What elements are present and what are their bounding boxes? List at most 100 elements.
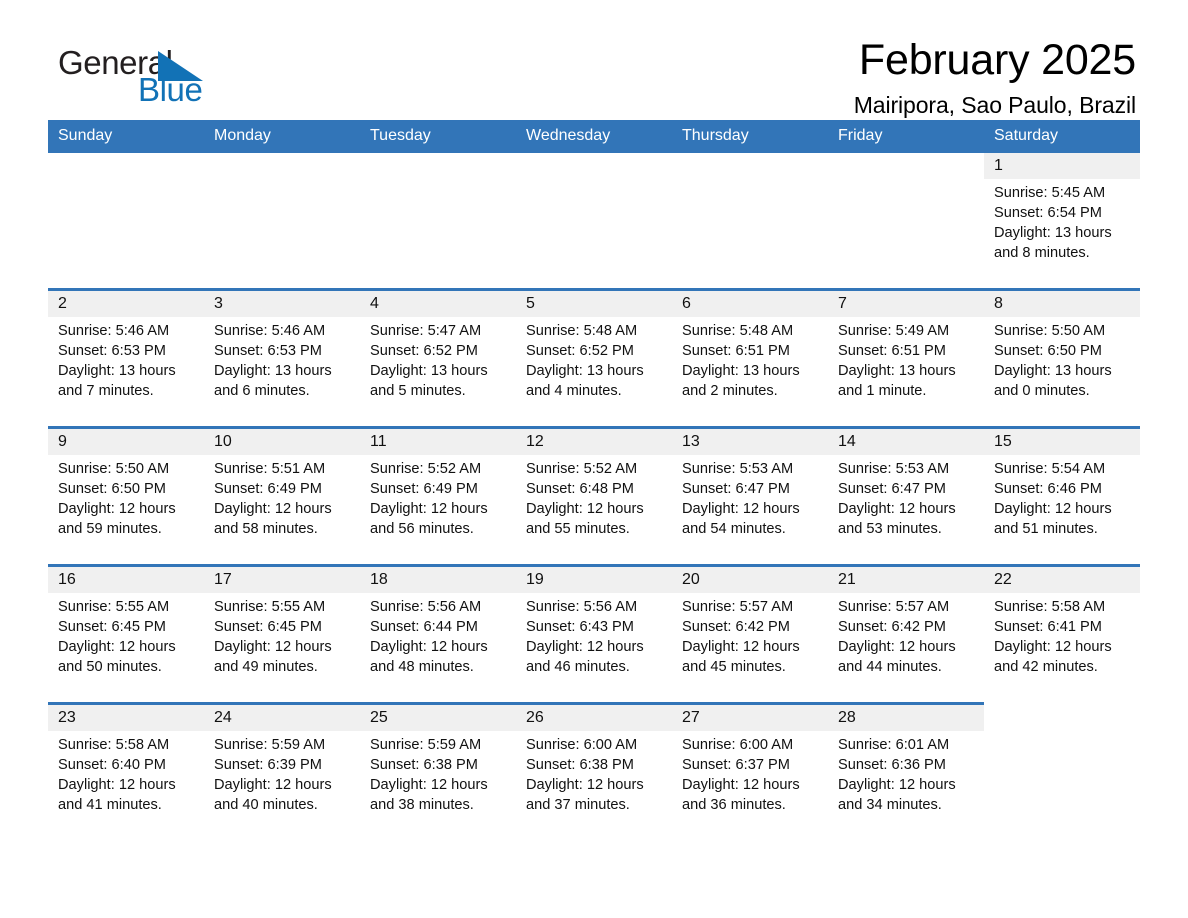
weekday-header-tuesday: Tuesday	[360, 120, 516, 153]
day-number: 14	[828, 429, 984, 455]
calendar-week-row: 1 Sunrise: 5:45 AM Sunset: 6:54 PM Daylight…	[48, 153, 1140, 290]
calendar-day-cell[interactable]: 19 Sunrise: 5:56 AM Sunset: 6:43 PM Dayligh…	[516, 564, 672, 704]
calendar-day-cell[interactable]: 10 Sunrise: 5:51 AM Sunset: 6:49 PM Dayligh…	[204, 426, 360, 566]
sunrise-text: Sunrise: 5:51 AM	[214, 461, 326, 477]
sunrise-text: Sunrise: 5:53 AM	[838, 461, 950, 477]
calendar-day-cell[interactable]: 22 Sunrise: 5:58 AM Sunset: 6:41 PM Dayligh…	[984, 564, 1140, 704]
day-number: 5	[516, 291, 672, 317]
calendar-day-cell[interactable]: 5 Sunrise: 5:48 AM Sunset: 6:52 PM Daylight…	[516, 288, 672, 428]
sunset-text: Sunset: 6:43 PM	[526, 619, 634, 635]
calendar-day-cell[interactable]: 13 Sunrise: 5:53 AM Sunset: 6:47 PM Dayligh…	[672, 426, 828, 566]
sunrise-text: Sunrise: 5:46 AM	[214, 323, 326, 339]
sunrise-text: Sunrise: 5:57 AM	[682, 599, 794, 615]
day-number: 9	[48, 429, 204, 455]
sunrise-text: Sunrise: 6:00 AM	[526, 737, 638, 753]
day-details: Sunrise: 5:57 AM Sunset: 6:42 PM Daylight:…	[672, 593, 828, 677]
sunset-text: Sunset: 6:47 PM	[682, 481, 790, 497]
day-details: Sunrise: 5:46 AM Sunset: 6:53 PM Daylight:…	[48, 317, 204, 401]
day-details: Sunrise: 5:48 AM Sunset: 6:52 PM Daylight:…	[516, 317, 672, 401]
calendar-day-cell[interactable]: 15 Sunrise: 5:54 AM Sunset: 6:46 PM Dayligh…	[984, 426, 1140, 566]
day-number: 2	[48, 291, 204, 317]
weekday-header-wednesday: Wednesday	[516, 120, 672, 153]
sunrise-text: Sunrise: 5:56 AM	[370, 599, 482, 615]
day-number: 16	[48, 567, 204, 593]
calendar-week-row: 16 Sunrise: 5:55 AM Sunset: 6:45 PM Dayligh…	[48, 564, 1140, 704]
day-number: 4	[360, 291, 516, 317]
sunrise-text: Sunrise: 5:57 AM	[838, 599, 950, 615]
daylight-text: Daylight: 12 hours and 41 minutes.	[58, 777, 176, 813]
sunset-text: Sunset: 6:52 PM	[526, 343, 634, 359]
day-details: Sunrise: 5:51 AM Sunset: 6:49 PM Daylight:…	[204, 455, 360, 539]
sunrise-text: Sunrise: 5:49 AM	[838, 323, 950, 339]
calendar-day-cell-empty	[204, 153, 360, 290]
calendar-day-cell[interactable]: 24 Sunrise: 5:59 AM Sunset: 6:39 PM Dayligh…	[204, 702, 360, 840]
sunset-text: Sunset: 6:44 PM	[370, 619, 478, 635]
calendar-day-cell[interactable]: 6 Sunrise: 5:48 AM Sunset: 6:51 PM Daylight…	[672, 288, 828, 428]
day-details: Sunrise: 5:50 AM Sunset: 6:50 PM Daylight:…	[984, 317, 1140, 401]
day-details: Sunrise: 5:54 AM Sunset: 6:46 PM Daylight:…	[984, 455, 1140, 539]
calendar-day-cell[interactable]: 8 Sunrise: 5:50 AM Sunset: 6:50 PM Daylight…	[984, 288, 1140, 428]
daylight-text: Daylight: 12 hours and 55 minutes.	[526, 501, 644, 537]
day-details: Sunrise: 5:55 AM Sunset: 6:45 PM Daylight:…	[204, 593, 360, 677]
day-details: Sunrise: 5:49 AM Sunset: 6:51 PM Daylight:…	[828, 317, 984, 401]
daylight-text: Daylight: 12 hours and 36 minutes.	[682, 777, 800, 813]
calendar-day-cell[interactable]: 21 Sunrise: 5:57 AM Sunset: 6:42 PM Dayligh…	[828, 564, 984, 704]
calendar-body: 1 Sunrise: 5:45 AM Sunset: 6:54 PM Daylight…	[48, 153, 1140, 840]
daylight-text: Daylight: 13 hours and 5 minutes.	[370, 363, 488, 399]
calendar-day-cell-empty	[516, 153, 672, 290]
calendar-day-cell[interactable]: 14 Sunrise: 5:53 AM Sunset: 6:47 PM Dayligh…	[828, 426, 984, 566]
daylight-text: Daylight: 12 hours and 56 minutes.	[370, 501, 488, 537]
day-details: Sunrise: 5:52 AM Sunset: 6:49 PM Daylight:…	[360, 455, 516, 539]
day-number: 12	[516, 429, 672, 455]
sunset-text: Sunset: 6:49 PM	[370, 481, 478, 497]
calendar-day-cell[interactable]: 23 Sunrise: 5:58 AM Sunset: 6:40 PM Dayligh…	[48, 702, 204, 840]
calendar-day-cell[interactable]: 16 Sunrise: 5:55 AM Sunset: 6:45 PM Dayligh…	[48, 564, 204, 704]
calendar-day-cell[interactable]: 17 Sunrise: 5:55 AM Sunset: 6:45 PM Dayligh…	[204, 564, 360, 704]
daylight-text: Daylight: 12 hours and 51 minutes.	[994, 501, 1112, 537]
day-details: Sunrise: 5:50 AM Sunset: 6:50 PM Daylight:…	[48, 455, 204, 539]
day-details: Sunrise: 5:52 AM Sunset: 6:48 PM Daylight:…	[516, 455, 672, 539]
daylight-text: Daylight: 12 hours and 42 minutes.	[994, 639, 1112, 675]
sunrise-text: Sunrise: 5:55 AM	[58, 599, 170, 615]
day-number: 8	[984, 291, 1140, 317]
day-number: 27	[672, 705, 828, 731]
calendar-day-cell[interactable]: 18 Sunrise: 5:56 AM Sunset: 6:44 PM Dayligh…	[360, 564, 516, 704]
calendar-day-cell-empty	[48, 153, 204, 290]
sunset-text: Sunset: 6:36 PM	[838, 757, 946, 773]
sunset-text: Sunset: 6:54 PM	[994, 205, 1102, 221]
day-details: Sunrise: 5:55 AM Sunset: 6:45 PM Daylight:…	[48, 593, 204, 677]
page-header: General Blue February 2025 Mairipora, Sa…	[48, 0, 1140, 118]
weekday-header-thursday: Thursday	[672, 120, 828, 153]
day-details: Sunrise: 5:58 AM Sunset: 6:40 PM Daylight:…	[48, 731, 204, 815]
calendar-day-cell[interactable]: 11 Sunrise: 5:52 AM Sunset: 6:49 PM Dayligh…	[360, 426, 516, 566]
calendar-day-cell[interactable]: 25 Sunrise: 5:59 AM Sunset: 6:38 PM Dayligh…	[360, 702, 516, 840]
calendar-day-cell[interactable]: 20 Sunrise: 5:57 AM Sunset: 6:42 PM Dayligh…	[672, 564, 828, 704]
day-number: 10	[204, 429, 360, 455]
daylight-text: Daylight: 13 hours and 1 minute.	[838, 363, 956, 399]
calendar-day-cell[interactable]: 7 Sunrise: 5:49 AM Sunset: 6:51 PM Daylight…	[828, 288, 984, 428]
calendar-day-cell[interactable]: 9 Sunrise: 5:50 AM Sunset: 6:50 PM Daylight…	[48, 426, 204, 566]
calendar-day-cell[interactable]: 12 Sunrise: 5:52 AM Sunset: 6:48 PM Dayligh…	[516, 426, 672, 566]
daylight-text: Daylight: 12 hours and 40 minutes.	[214, 777, 332, 813]
day-details: Sunrise: 5:57 AM Sunset: 6:42 PM Daylight:…	[828, 593, 984, 677]
day-details: Sunrise: 5:56 AM Sunset: 6:44 PM Daylight:…	[360, 593, 516, 677]
day-number: 6	[672, 291, 828, 317]
calendar-day-cell[interactable]: 26 Sunrise: 6:00 AM Sunset: 6:38 PM Dayligh…	[516, 702, 672, 840]
sunrise-text: Sunrise: 5:58 AM	[58, 737, 170, 753]
weekday-header-sunday: Sunday	[48, 120, 204, 153]
calendar-day-cell[interactable]: 3 Sunrise: 5:46 AM Sunset: 6:53 PM Daylight…	[204, 288, 360, 428]
sunrise-text: Sunrise: 5:46 AM	[58, 323, 170, 339]
day-details: Sunrise: 5:47 AM Sunset: 6:52 PM Daylight:…	[360, 317, 516, 401]
calendar-day-cell[interactable]: 1 Sunrise: 5:45 AM Sunset: 6:54 PM Daylight…	[984, 153, 1140, 290]
day-number: 25	[360, 705, 516, 731]
daylight-text: Daylight: 12 hours and 37 minutes.	[526, 777, 644, 813]
sunrise-text: Sunrise: 5:59 AM	[214, 737, 326, 753]
calendar-day-cell[interactable]: 4 Sunrise: 5:47 AM Sunset: 6:52 PM Daylight…	[360, 288, 516, 428]
sunrise-text: Sunrise: 5:48 AM	[682, 323, 794, 339]
calendar-day-cell[interactable]: 27 Sunrise: 6:00 AM Sunset: 6:37 PM Dayligh…	[672, 702, 828, 840]
daylight-text: Daylight: 12 hours and 38 minutes.	[370, 777, 488, 813]
calendar-day-cell[interactable]: 2 Sunrise: 5:46 AM Sunset: 6:53 PM Daylight…	[48, 288, 204, 428]
day-details: Sunrise: 6:00 AM Sunset: 6:38 PM Daylight:…	[516, 731, 672, 815]
sunset-text: Sunset: 6:42 PM	[682, 619, 790, 635]
calendar-day-cell[interactable]: 28 Sunrise: 6:01 AM Sunset: 6:36 PM Dayligh…	[828, 702, 984, 840]
